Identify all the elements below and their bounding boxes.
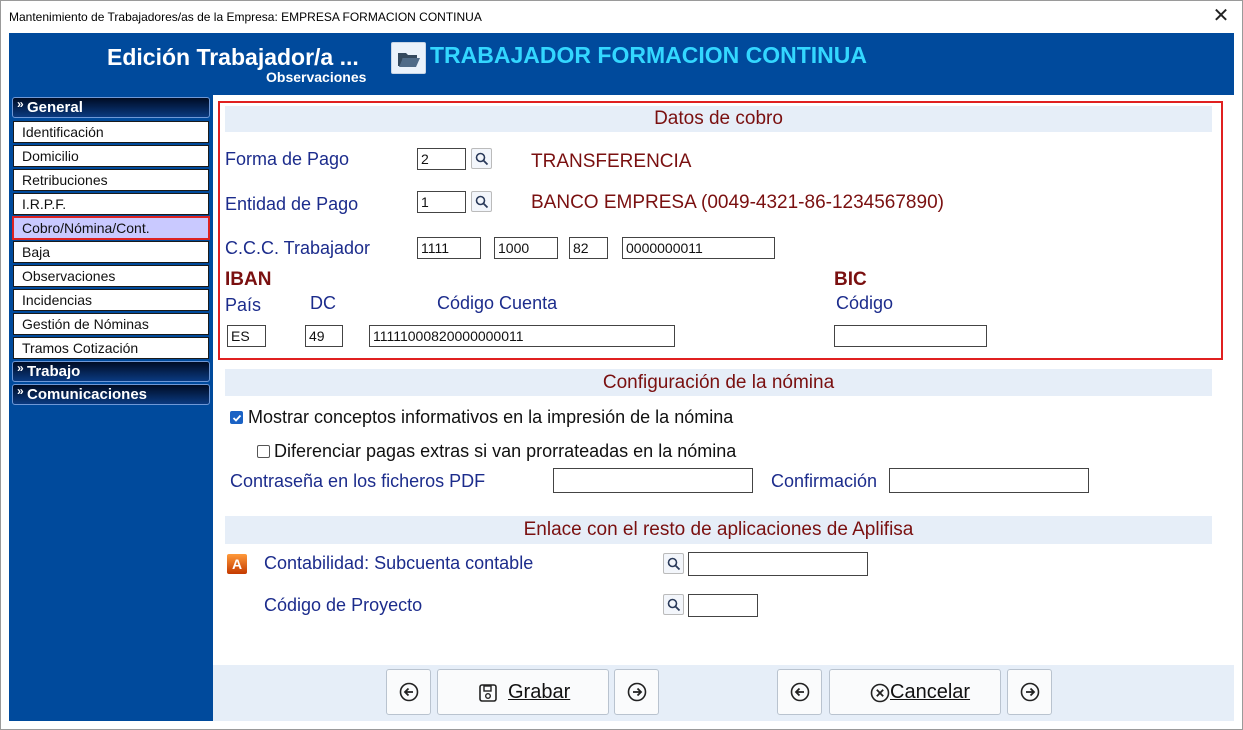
bic-codigo-label: Código bbox=[836, 293, 894, 313]
enlace-heading: Enlace con el resto de aplicaciones de A… bbox=[225, 516, 1212, 544]
sidebar-group-comunicaciones[interactable]: » Comunicaciones bbox=[12, 384, 210, 405]
save-button[interactable]: Grabar bbox=[437, 669, 609, 715]
arrow-left-circle-icon bbox=[399, 682, 419, 702]
password-input[interactable] bbox=[553, 468, 753, 493]
footer-bar bbox=[213, 665, 1234, 721]
cobro-highlight-box bbox=[218, 101, 1223, 360]
sidebar-item-identificacion[interactable]: Identificación bbox=[13, 121, 209, 143]
sidebar-group-general[interactable]: » General bbox=[12, 97, 210, 118]
ccc-label: C.C.C. Trabajador bbox=[225, 238, 371, 258]
proyecto-input[interactable] bbox=[688, 594, 758, 617]
mostrar-conceptos-checkbox[interactable] bbox=[230, 411, 243, 424]
close-icon[interactable]: ✕ bbox=[1208, 3, 1234, 28]
cancel-icon bbox=[870, 683, 890, 703]
chevron-right-icon: » bbox=[17, 361, 24, 375]
ccc-oficina-input[interactable]: 1000 bbox=[494, 237, 558, 259]
ccc-dc-input[interactable]: 82 bbox=[569, 237, 608, 259]
diferenciar-pagas-checkbox[interactable] bbox=[257, 445, 270, 458]
page-header: Edición Trabajador/a ... Observaciones T… bbox=[9, 33, 1234, 95]
ccc-cuenta-input[interactable]: 0000000011 bbox=[622, 237, 775, 259]
sidebar-item-irpf[interactable]: I.R.P.F. bbox=[13, 193, 209, 215]
page-subtitle: Observaciones bbox=[266, 69, 367, 85]
bic-codigo-input[interactable] bbox=[834, 325, 987, 347]
iban-cuenta-label: Código Cuenta bbox=[437, 293, 558, 313]
cobro-heading: Datos de cobro bbox=[225, 106, 1212, 132]
sidebar: » General Identificación Domicilio Retri… bbox=[9, 95, 213, 721]
iban-pais-label: País bbox=[225, 295, 262, 315]
iban-dc-label: DC bbox=[310, 293, 336, 313]
next-save-button[interactable] bbox=[614, 669, 659, 715]
cancel-button[interactable]: Cancelar bbox=[829, 669, 1001, 715]
entidad-pago-input[interactable]: 1 bbox=[417, 191, 466, 213]
password-label: Contraseña en los ficheros PDF bbox=[230, 471, 486, 491]
chevron-down-icon: » bbox=[17, 97, 24, 111]
sidebar-item-retribuciones[interactable]: Retribuciones bbox=[13, 169, 209, 191]
iban-pais-input[interactable]: ES bbox=[227, 325, 266, 347]
forma-pago-description: TRANSFERENCIA bbox=[531, 151, 692, 172]
iban-dc-input[interactable]: 49 bbox=[305, 325, 343, 347]
iban-title: IBAN bbox=[225, 269, 272, 290]
save-button-label: Grabar bbox=[508, 681, 571, 703]
mostrar-conceptos-label: Mostrar conceptos informativos en la imp… bbox=[248, 407, 734, 427]
aplifisa-app-icon: A bbox=[227, 554, 247, 574]
arrow-left-circle-icon bbox=[790, 682, 810, 702]
sidebar-item-observaciones[interactable]: Observaciones bbox=[13, 265, 209, 287]
chevron-right-icon: » bbox=[17, 384, 24, 398]
worker-name: TRABAJADOR FORMACION CONTINUA bbox=[430, 42, 867, 68]
nomina-heading: Configuración de la nómina bbox=[225, 369, 1212, 396]
diferenciar-pagas-label: Diferenciar pagas extras si van prorrate… bbox=[274, 441, 737, 461]
window-titlebar: Mantenimiento de Trabajadores/as de la E… bbox=[1, 1, 1242, 33]
contabilidad-label: Contabilidad: Subcuenta contable bbox=[264, 553, 534, 573]
sidebar-item-gestion-nominas[interactable]: Gestión de Nóminas bbox=[13, 313, 209, 335]
arrow-right-circle-icon bbox=[1020, 682, 1040, 702]
proyecto-label: Código de Proyecto bbox=[264, 595, 423, 615]
next-cancel-button[interactable] bbox=[1007, 669, 1052, 715]
sidebar-item-tramos-cotizacion[interactable]: Tramos Cotización bbox=[13, 337, 209, 359]
bic-title: BIC bbox=[834, 269, 867, 290]
forma-pago-label: Forma de Pago bbox=[225, 149, 350, 169]
page-title: Edición Trabajador/a ... bbox=[107, 44, 359, 70]
save-icon bbox=[479, 684, 497, 702]
sidebar-item-cobro[interactable]: Cobro/Nómina/Cont. bbox=[12, 216, 210, 240]
prev-cancel-button[interactable] bbox=[777, 669, 822, 715]
confirm-input[interactable] bbox=[889, 468, 1089, 493]
sidebar-item-domicilio[interactable]: Domicilio bbox=[13, 145, 209, 167]
entidad-pago-label: Entidad de Pago bbox=[225, 194, 359, 214]
search-icon[interactable] bbox=[471, 191, 492, 212]
search-icon[interactable] bbox=[663, 594, 684, 615]
sidebar-item-baja[interactable]: Baja bbox=[13, 241, 209, 263]
sidebar-item-incidencias[interactable]: Incidencias bbox=[13, 289, 209, 311]
contabilidad-input[interactable] bbox=[688, 552, 868, 576]
entidad-pago-description: BANCO EMPRESA (0049-4321-86-1234567890) bbox=[531, 192, 944, 213]
search-icon[interactable] bbox=[471, 148, 492, 169]
confirm-label: Confirmación bbox=[771, 471, 878, 491]
window-title: Mantenimiento de Trabajadores/as de la E… bbox=[9, 10, 482, 24]
app-window: Mantenimiento de Trabajadores/as de la E… bbox=[0, 0, 1243, 730]
forma-pago-input[interactable]: 2 bbox=[417, 148, 466, 170]
sidebar-group-trabajo[interactable]: » Trabajo bbox=[12, 361, 210, 382]
prev-save-button[interactable] bbox=[386, 669, 431, 715]
ccc-entidad-input[interactable]: 1111 bbox=[417, 237, 481, 259]
open-folder-icon[interactable] bbox=[391, 42, 426, 74]
arrow-right-circle-icon bbox=[627, 682, 647, 702]
iban-cuenta-input[interactable]: 11111000820000000011 bbox=[369, 325, 675, 347]
cancel-button-label: Cancelar bbox=[890, 681, 971, 703]
search-icon[interactable] bbox=[663, 553, 684, 574]
